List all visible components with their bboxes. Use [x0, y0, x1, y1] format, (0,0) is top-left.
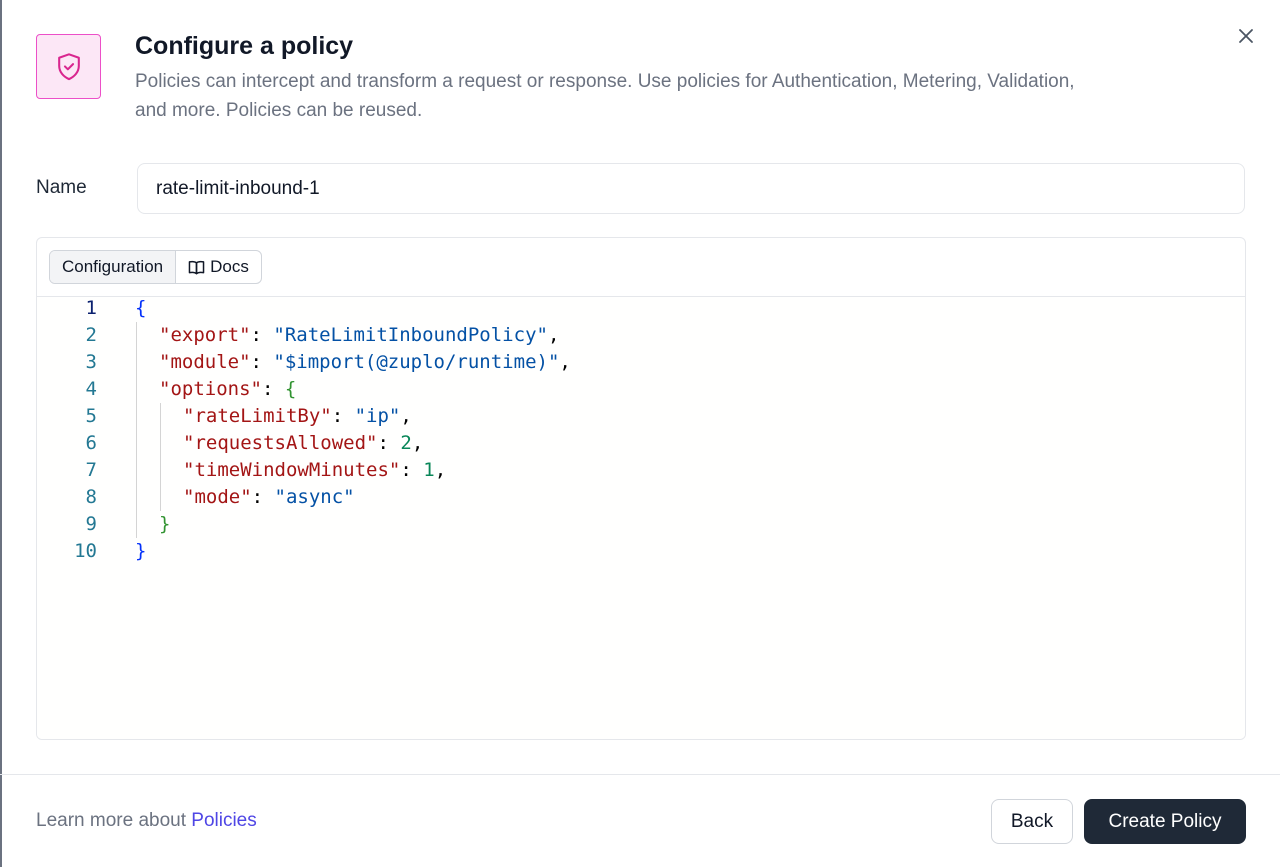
code-line: 8 "mode": "async" — [37, 484, 1245, 511]
code-token: } — [135, 540, 147, 562]
line-number: 8 — [85, 486, 97, 508]
indent-guide — [160, 403, 161, 511]
close-icon — [1239, 29, 1253, 43]
line-number: 9 — [85, 513, 97, 535]
code-text: "rateLimitBy": "ip", — [183, 403, 412, 430]
code-token: "timeWindowMinutes" — [183, 459, 401, 481]
learn-more-text: Learn more about Policies — [36, 810, 257, 832]
back-button[interactable]: Back — [991, 799, 1073, 844]
code-token: "async" — [274, 486, 355, 508]
code-token: , — [411, 432, 424, 454]
code-line: 9} — [37, 511, 1245, 538]
tab-docs-label: Docs — [210, 257, 249, 276]
code-text: "export": "RateLimitInboundPolicy", — [159, 322, 559, 349]
code-text: } — [159, 511, 170, 538]
editor-tabs: Configuration Docs — [49, 250, 262, 284]
code-token: "mode" — [183, 486, 252, 508]
code-line: 10} — [37, 538, 1245, 565]
code-text: "module": "$import(@zuplo/runtime)", — [159, 349, 571, 376]
indent-guide — [136, 322, 137, 538]
code-token: , — [434, 459, 447, 481]
close-button[interactable] — [1230, 20, 1262, 52]
line-number: 10 — [74, 540, 97, 562]
tab-docs[interactable]: Docs — [176, 251, 261, 283]
code-token: : — [400, 459, 424, 481]
footer-divider — [0, 774, 1280, 775]
policy-icon-tile — [36, 34, 101, 99]
code-token: "ip" — [354, 405, 401, 427]
code-line: 4 "options": { — [37, 376, 1245, 403]
code-token: , — [559, 351, 571, 373]
policy-editor-panel: Configuration Docs 1{2 "export": "RateLim… — [36, 237, 1246, 740]
code-line: 2 "export": "RateLimitInboundPolicy", — [37, 322, 1245, 349]
code-token: "export" — [159, 324, 251, 346]
code-text: "timeWindowMinutes": 1, — [183, 457, 446, 484]
code-token: "options" — [159, 378, 262, 400]
code-token: "$import(@zuplo/runtime)" — [273, 351, 560, 373]
tab-configuration-label: Configuration — [62, 257, 164, 276]
code-token: { — [284, 378, 297, 400]
code-line: 3 "module": "$import(@zuplo/runtime)", — [37, 349, 1245, 376]
code-text: "options": { — [159, 376, 296, 403]
dialog-title: Configure a policy — [135, 32, 354, 60]
line-number: 4 — [85, 378, 97, 400]
code-token: 1 — [423, 459, 435, 481]
code-line: 7 "timeWindowMinutes": 1, — [37, 457, 1245, 484]
code-token: "requestsAllowed" — [183, 432, 378, 454]
code-token: , — [547, 324, 560, 346]
code-token: : — [250, 351, 274, 373]
line-number: 3 — [85, 351, 97, 373]
code-text: "requestsAllowed": 2, — [183, 430, 423, 457]
code-token: : — [251, 486, 275, 508]
code-token: "module" — [159, 351, 251, 373]
code-token: { — [135, 297, 147, 319]
line-number: 1 — [85, 297, 97, 319]
code-token: : — [261, 378, 285, 400]
code-text: "mode": "async" — [183, 484, 355, 511]
code-token: "RateLimitInboundPolicy" — [273, 324, 548, 346]
dialog-header: Configure a policy Policies can intercep… — [0, 0, 1280, 140]
line-number: 5 — [85, 405, 97, 427]
code-line: 6 "requestsAllowed": 2, — [37, 430, 1245, 457]
learn-more-prefix: Learn more about — [36, 810, 186, 831]
line-number: 7 — [85, 459, 97, 481]
code-line: 1{ — [37, 295, 1245, 322]
dialog-subtitle: Policies can intercept and transform a r… — [135, 71, 1075, 121]
code-text: { — [135, 295, 146, 322]
editor-tab-bar: Configuration Docs — [37, 238, 1245, 297]
code-token: : — [331, 405, 355, 427]
code-token: "rateLimitBy" — [183, 405, 332, 427]
tab-configuration[interactable]: Configuration — [50, 251, 177, 283]
name-label: Name — [36, 177, 87, 198]
code-token: , — [400, 405, 412, 427]
code-text: } — [135, 538, 146, 565]
book-open-icon — [188, 260, 205, 275]
code-editor[interactable]: 1{2 "export": "RateLimitInboundPolicy", 3 "… — [37, 295, 1245, 739]
code-line: 5 "rateLimitBy": "ip", — [37, 403, 1245, 430]
name-input[interactable] — [137, 163, 1245, 214]
policies-link[interactable]: Policies — [191, 810, 256, 831]
create-policy-button[interactable]: Create Policy — [1084, 799, 1246, 844]
line-number: 2 — [85, 324, 97, 346]
code-token: } — [159, 513, 171, 535]
code-token: 2 — [400, 432, 412, 454]
shield-check-icon — [57, 52, 80, 80]
line-number: 6 — [85, 432, 97, 454]
code-token: : — [377, 432, 401, 454]
code-token: : — [250, 324, 274, 346]
